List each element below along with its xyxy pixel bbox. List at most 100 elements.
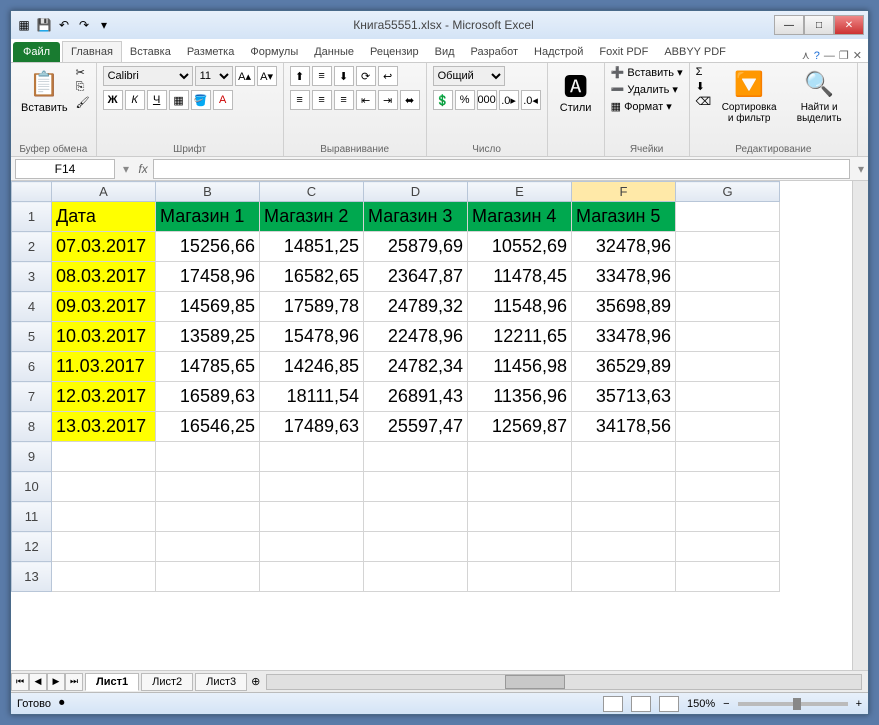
column-header[interactable]: C: [260, 182, 364, 202]
cell[interactable]: [260, 532, 364, 562]
cell[interactable]: [676, 262, 780, 292]
cell[interactable]: 32478,96: [572, 232, 676, 262]
ribbon-tab-надстрой[interactable]: Надстрой: [526, 42, 591, 62]
cell[interactable]: [676, 502, 780, 532]
cell[interactable]: [156, 472, 260, 502]
row-header[interactable]: 2: [12, 232, 52, 262]
decrease-decimal-button[interactable]: .0◂: [521, 90, 541, 110]
increase-font-button[interactable]: A▴: [235, 66, 255, 86]
column-header[interactable]: E: [468, 182, 572, 202]
cell[interactable]: 25597,47: [364, 412, 468, 442]
cell[interactable]: [676, 292, 780, 322]
cell[interactable]: [260, 562, 364, 592]
zoom-in-button[interactable]: +: [856, 698, 862, 710]
cell[interactable]: [52, 442, 156, 472]
cell[interactable]: 36529,89: [572, 352, 676, 382]
cell[interactable]: 12569,87: [468, 412, 572, 442]
cell[interactable]: 12.03.2017: [52, 382, 156, 412]
macro-record-icon[interactable]: ⏺: [59, 697, 65, 710]
decrease-indent-button[interactable]: ⇤: [356, 90, 376, 110]
cell[interactable]: [52, 472, 156, 502]
sheet-tab[interactable]: Лист2: [141, 673, 193, 691]
cell[interactable]: 14569,85: [156, 292, 260, 322]
autosum-button[interactable]: Σ: [696, 66, 712, 78]
cell[interactable]: [676, 562, 780, 592]
cell[interactable]: 11548,96: [468, 292, 572, 322]
minimize-ribbon-icon[interactable]: ⋏: [802, 49, 810, 62]
file-tab[interactable]: Файл: [13, 42, 60, 62]
cell[interactable]: 17589,78: [260, 292, 364, 322]
cell[interactable]: 22478,96: [364, 322, 468, 352]
cell[interactable]: 17458,96: [156, 262, 260, 292]
cell[interactable]: 16546,25: [156, 412, 260, 442]
format-cells-button[interactable]: ▦ Формат ▾: [611, 100, 672, 113]
cell[interactable]: 14851,25: [260, 232, 364, 262]
close-button[interactable]: ✕: [834, 15, 864, 35]
row-header[interactable]: 13: [12, 562, 52, 592]
row-header[interactable]: 8: [12, 412, 52, 442]
cell[interactable]: 11.03.2017: [52, 352, 156, 382]
cell[interactable]: [260, 502, 364, 532]
cell[interactable]: 16589,63: [156, 382, 260, 412]
page-layout-view-button[interactable]: [631, 696, 651, 712]
doc-close-icon[interactable]: ✕: [853, 49, 862, 62]
cell[interactable]: 24789,32: [364, 292, 468, 322]
cell[interactable]: [156, 502, 260, 532]
vertical-scrollbar[interactable]: [852, 181, 868, 670]
cell[interactable]: Магазин 4: [468, 202, 572, 232]
bold-button[interactable]: Ж: [103, 90, 123, 110]
column-header[interactable]: A: [52, 182, 156, 202]
row-header[interactable]: 3: [12, 262, 52, 292]
comma-button[interactable]: 000: [477, 90, 497, 110]
cell[interactable]: [676, 472, 780, 502]
border-button[interactable]: ▦: [169, 90, 189, 110]
maximize-button[interactable]: □: [804, 15, 834, 35]
ribbon-tab-разработ[interactable]: Разработ: [463, 42, 526, 62]
ribbon-tab-данные[interactable]: Данные: [306, 42, 362, 62]
ribbon-tab-abbyy pdf[interactable]: ABBYY PDF: [656, 42, 734, 62]
cell[interactable]: 09.03.2017: [52, 292, 156, 322]
row-header[interactable]: 12: [12, 532, 52, 562]
cell[interactable]: 25879,69: [364, 232, 468, 262]
cell[interactable]: [676, 442, 780, 472]
cell[interactable]: [260, 472, 364, 502]
cell[interactable]: [364, 562, 468, 592]
underline-button[interactable]: Ч: [147, 90, 167, 110]
cell[interactable]: 15478,96: [260, 322, 364, 352]
ribbon-tab-главная[interactable]: Главная: [62, 41, 122, 62]
cell[interactable]: [676, 232, 780, 262]
increase-decimal-button[interactable]: .0▸: [499, 90, 519, 110]
expand-formula-bar-icon[interactable]: ▾: [854, 162, 868, 176]
qat-dropdown-icon[interactable]: ▾: [95, 16, 113, 34]
find-select-button[interactable]: 🔍 Найти и выделить: [787, 66, 851, 126]
cell[interactable]: 10552,69: [468, 232, 572, 262]
merge-button[interactable]: ⬌: [400, 90, 420, 110]
cell[interactable]: 15256,66: [156, 232, 260, 262]
new-sheet-button[interactable]: ⊕: [251, 675, 260, 688]
align-right-button[interactable]: ≡: [334, 90, 354, 110]
cell[interactable]: Дата: [52, 202, 156, 232]
sheet-tab[interactable]: Лист1: [85, 673, 139, 691]
cell[interactable]: 33478,96: [572, 322, 676, 352]
align-left-button[interactable]: ≡: [290, 90, 310, 110]
formula-input[interactable]: [153, 159, 850, 179]
cell[interactable]: [572, 442, 676, 472]
cell[interactable]: [676, 202, 780, 232]
cell[interactable]: [156, 532, 260, 562]
cell[interactable]: 14785,65: [156, 352, 260, 382]
cell[interactable]: [52, 562, 156, 592]
cell[interactable]: [572, 532, 676, 562]
cell[interactable]: 13.03.2017: [52, 412, 156, 442]
cell[interactable]: Магазин 5: [572, 202, 676, 232]
row-header[interactable]: 6: [12, 352, 52, 382]
row-header[interactable]: 1: [12, 202, 52, 232]
cell[interactable]: [468, 442, 572, 472]
cell[interactable]: [676, 322, 780, 352]
cell[interactable]: [364, 502, 468, 532]
cell[interactable]: 35713,63: [572, 382, 676, 412]
decrease-font-button[interactable]: A▾: [257, 66, 277, 86]
redo-icon[interactable]: ↷: [75, 16, 93, 34]
select-all-corner[interactable]: [12, 182, 52, 202]
cell[interactable]: 17489,63: [260, 412, 364, 442]
column-header[interactable]: G: [676, 182, 780, 202]
